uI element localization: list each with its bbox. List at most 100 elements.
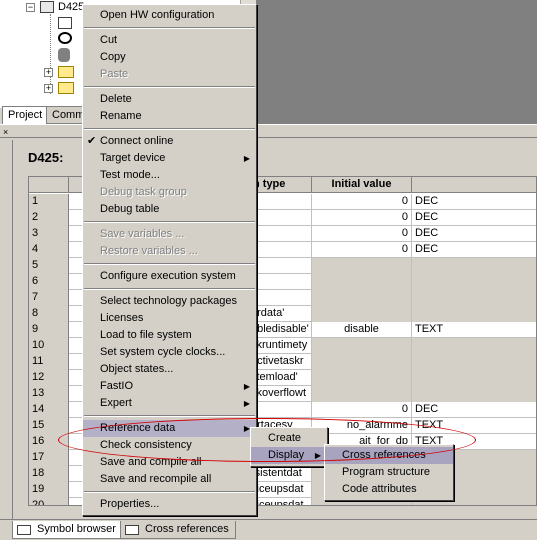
type-cell[interactable]: [249, 274, 312, 290]
initial-value-cell[interactable]: [312, 338, 412, 354]
menu-item-connect-online[interactable]: ✔ Connect online: [83, 133, 256, 150]
type-cell[interactable]: abledisable': [249, 322, 312, 338]
initial-value-cell[interactable]: [312, 306, 412, 322]
format-cell[interactable]: DEC: [412, 242, 536, 258]
row-number[interactable]: 20: [29, 498, 69, 505]
menu-item-select-technology-packages[interactable]: Select technology packages: [83, 293, 256, 310]
tree-node-label[interactable]: D425: [58, 1, 84, 13]
menu-item-test-mode[interactable]: Test mode...: [83, 167, 256, 184]
expand-toggle[interactable]: +: [44, 68, 53, 77]
row-number[interactable]: 13: [29, 386, 69, 402]
initial-value-cell[interactable]: [312, 274, 412, 290]
row-number[interactable]: 12: [29, 370, 69, 386]
initial-value-cell[interactable]: disable: [312, 322, 412, 338]
format-cell[interactable]: [412, 306, 536, 322]
format-cell[interactable]: TEXT: [412, 322, 536, 338]
initial-value-cell[interactable]: 0: [312, 242, 412, 258]
type-cell[interactable]: [249, 194, 312, 210]
initial-value-cell[interactable]: 0: [312, 226, 412, 242]
menu-item-rename[interactable]: Rename: [83, 108, 256, 125]
row-number[interactable]: 18: [29, 466, 69, 482]
menu-item-delete[interactable]: Delete: [83, 91, 256, 108]
menu-item-debug-table[interactable]: Debug table: [83, 201, 256, 218]
row-number[interactable]: 15: [29, 418, 69, 434]
close-icon[interactable]: ×: [3, 127, 8, 137]
row-number[interactable]: 17: [29, 450, 69, 466]
format-cell[interactable]: [412, 354, 536, 370]
type-cell[interactable]: [249, 258, 312, 274]
menu-item-expert[interactable]: Expert ▶: [83, 395, 256, 412]
menu-item-properties[interactable]: Properties...: [83, 496, 256, 513]
type-cell[interactable]: [249, 402, 312, 418]
tab-project[interactable]: Project: [2, 106, 49, 124]
expand-toggle[interactable]: −: [26, 3, 35, 12]
row-number[interactable]: 10: [29, 338, 69, 354]
type-cell[interactable]: skoverflowt: [249, 386, 312, 402]
menu-item-configure-execution-system[interactable]: Configure execution system: [83, 268, 256, 285]
initial-value-cell[interactable]: [312, 370, 412, 386]
header-type[interactable]: n type: [249, 177, 312, 193]
menu-item-program-structure[interactable]: Program structure: [325, 464, 453, 481]
row-number[interactable]: 2: [29, 210, 69, 226]
type-cell[interactable]: [249, 226, 312, 242]
format-cell[interactable]: DEC: [412, 226, 536, 242]
menu-item-save-and-recompile-all[interactable]: Save and recompile all: [83, 471, 256, 488]
format-cell[interactable]: [412, 370, 536, 386]
initial-value-cell[interactable]: 0: [312, 210, 412, 226]
menu-item-target-device[interactable]: Target device ▶: [83, 150, 256, 167]
type-cell[interactable]: viceupsdat: [249, 498, 312, 505]
menu-item-licenses[interactable]: Licenses: [83, 310, 256, 327]
menu-item-copy[interactable]: Copy: [83, 49, 256, 66]
type-cell[interactable]: ectivetaskr: [249, 354, 312, 370]
type-cell[interactable]: rsistentdat: [249, 466, 312, 482]
initial-value-cell[interactable]: [312, 354, 412, 370]
menu-item-restore-variables[interactable]: Restore variables ...: [83, 243, 256, 260]
row-number[interactable]: 4: [29, 242, 69, 258]
header-initial-value[interactable]: Initial value: [312, 177, 412, 193]
initial-value-cell[interactable]: 0: [312, 194, 412, 210]
menu-item-open-hw-configuration[interactable]: Open HW configuration: [83, 7, 256, 24]
header-format[interactable]: [412, 177, 536, 193]
menu-item-cut[interactable]: Cut: [83, 32, 256, 49]
menu-item-code-attributes[interactable]: Code attributes: [325, 481, 453, 498]
row-number[interactable]: 11: [29, 354, 69, 370]
menu-item-object-states[interactable]: Object states...: [83, 361, 256, 378]
type-cell[interactable]: erdata': [249, 306, 312, 322]
format-cell[interactable]: [412, 274, 536, 290]
tab-symbol-browser[interactable]: Symbol browser: [12, 521, 123, 539]
row-number[interactable]: 5: [29, 258, 69, 274]
menu-item-paste[interactable]: Paste: [83, 66, 256, 83]
row-number[interactable]: 14: [29, 402, 69, 418]
format-cell[interactable]: [412, 386, 536, 402]
initial-value-cell[interactable]: 0: [312, 402, 412, 418]
menu-item-debug-task-group[interactable]: Debug task group: [83, 184, 256, 201]
row-number[interactable]: 8: [29, 306, 69, 322]
menu-item-load-to-file-system[interactable]: Load to file system: [83, 327, 256, 344]
type-cell[interactable]: [249, 242, 312, 258]
format-cell[interactable]: [412, 258, 536, 274]
row-number[interactable]: 19: [29, 482, 69, 498]
type-cell[interactable]: [249, 290, 312, 306]
format-cell[interactable]: DEC: [412, 402, 536, 418]
type-cell[interactable]: [249, 210, 312, 226]
type-cell[interactable]: skruntimety: [249, 338, 312, 354]
initial-value-cell[interactable]: [312, 290, 412, 306]
menu-item-save-variables[interactable]: Save variables ...: [83, 226, 256, 243]
menu-item-fastio[interactable]: FastIO ▶: [83, 378, 256, 395]
expand-toggle[interactable]: +: [44, 84, 53, 93]
row-number[interactable]: 1: [29, 194, 69, 210]
row-number[interactable]: 7: [29, 290, 69, 306]
menu-item-set-system-cycle-clocks[interactable]: Set system cycle clocks...: [83, 344, 256, 361]
format-cell[interactable]: DEC: [412, 210, 536, 226]
row-number[interactable]: 3: [29, 226, 69, 242]
format-cell[interactable]: [412, 338, 536, 354]
initial-value-cell[interactable]: [312, 386, 412, 402]
type-cell[interactable]: viceupsdat: [249, 482, 312, 498]
format-cell[interactable]: [412, 290, 536, 306]
format-cell[interactable]: DEC: [412, 194, 536, 210]
type-cell[interactable]: stemload': [249, 370, 312, 386]
row-number[interactable]: 6: [29, 274, 69, 290]
initial-value-cell[interactable]: [312, 258, 412, 274]
row-number[interactable]: 9: [29, 322, 69, 338]
tab-cross-references[interactable]: Cross references: [120, 521, 236, 539]
